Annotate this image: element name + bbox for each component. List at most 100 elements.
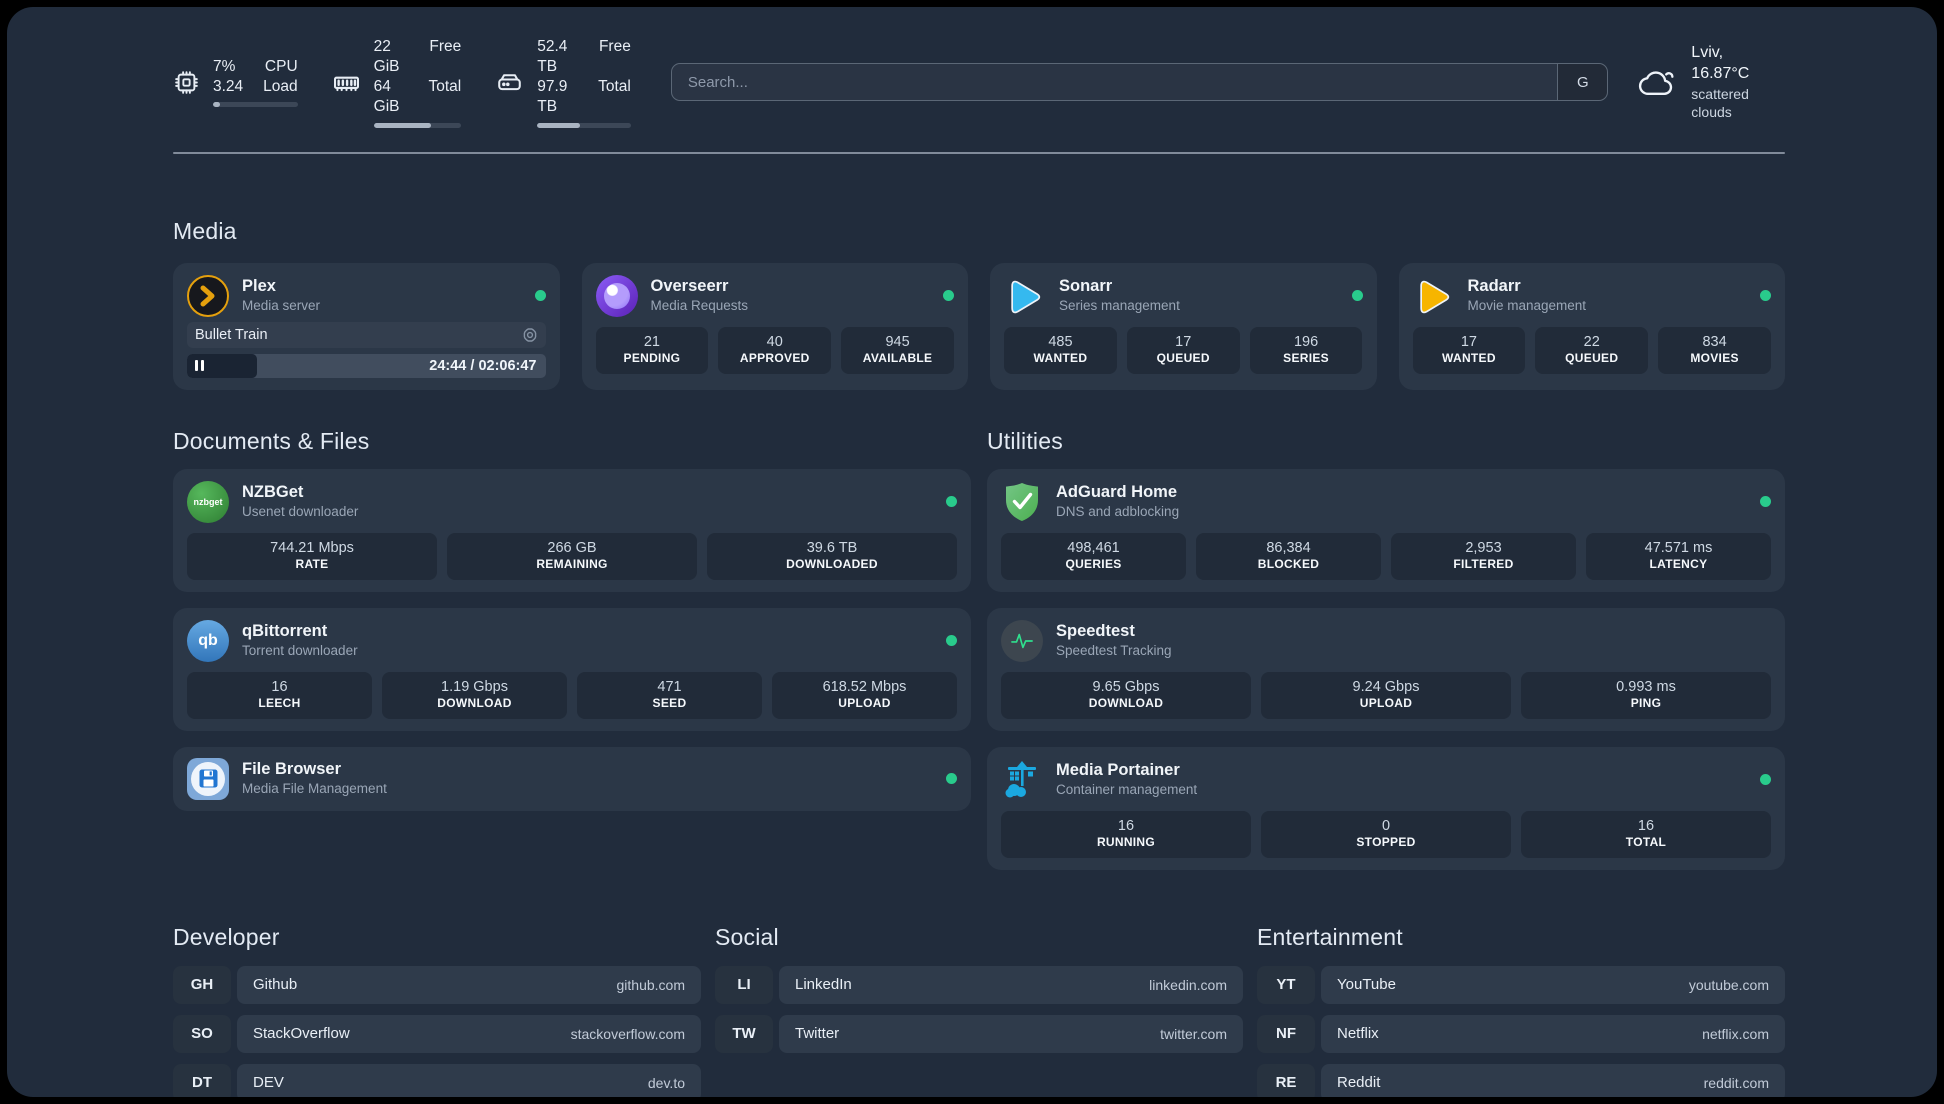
memory-free-value: 22 GiB (373, 38, 400, 76)
disk-stat: 52.4 TB Free 97.9 TB Total (495, 37, 631, 128)
bookmark-abbr: TW (715, 1014, 773, 1053)
stat-tile: 39.6 TB DOWNLOADED (707, 532, 957, 580)
bookmark-dev[interactable]: DT DEV dev.to (173, 1063, 701, 1097)
app-card-nzbget[interactable]: nzbget NZBGet Usenet downloader 744.21 M… (173, 468, 971, 592)
bookmark-netflix[interactable]: NF Netflix netflix.com (1257, 1014, 1785, 1053)
bookmark-twitter[interactable]: TW Twitter twitter.com (715, 1014, 1243, 1053)
cpu-stat: 7% CPU 3.24 Load (173, 57, 298, 108)
now-playing-title: Bullet Train (195, 326, 268, 343)
disk-total-value: 97.9 TB (537, 78, 568, 116)
app-card-adguard[interactable]: AdGuard Home DNS and adblocking 498,461 Q… (987, 468, 1785, 592)
filebrowser-icon (187, 757, 229, 800)
status-dot (1760, 774, 1771, 786)
stat-tile: 40 APPROVED (718, 326, 832, 374)
status-dot (946, 635, 957, 647)
disk-icon (495, 68, 524, 97)
app-card-sonarr[interactable]: Sonarr Series management 485 WANTED 17 QUE… (990, 262, 1377, 390)
app-name: Speedtest (1056, 622, 1135, 641)
status-dot (946, 496, 957, 508)
bookmark-domain: dev.to (647, 1074, 685, 1091)
app-description: Torrent downloader (242, 643, 358, 659)
app-card-radarr[interactable]: Radarr Movie management 17 WANTED 22 QUEUE… (1398, 262, 1785, 390)
header: 7% CPU 3.24 Load 22 GiB Free 64 GiB Tota… (173, 7, 1785, 128)
radarr-icon (1413, 275, 1455, 317)
disk-free-label: Free (598, 38, 631, 55)
search-input[interactable] (671, 64, 1558, 101)
app-description: Series management (1059, 298, 1180, 314)
nzbget-icon: nzbget (187, 480, 229, 523)
stat-tile: 1.19 Gbps DOWNLOAD (382, 671, 567, 719)
status-dot (1760, 290, 1771, 302)
stat-tile: 2,953 FILTERED (1391, 532, 1576, 580)
app-name: qBittorrent (242, 622, 328, 641)
stat-tile: 945 AVAILABLE (841, 326, 954, 374)
player-progress-bar[interactable]: 24:44 / 02:06:47 (187, 353, 546, 378)
search-provider-button[interactable]: G (1557, 64, 1608, 101)
app-card-portainer[interactable]: Media Portainer Container management 16 R… (987, 746, 1785, 870)
app-name: Media Portainer (1056, 761, 1180, 780)
bookmark-linkedin[interactable]: LI LinkedIn linkedin.com (715, 965, 1243, 1004)
bookmark-name: YouTube (1337, 976, 1396, 994)
player-time: 24:44 / 02:06:47 (429, 357, 537, 374)
bookmark-name: LinkedIn (795, 976, 852, 994)
app-card-qbittorrent[interactable]: qb qBittorrent Torrent downloader 16 LEEC… (173, 607, 971, 731)
memory-progress-bar (373, 122, 462, 128)
system-stats: 7% CPU 3.24 Load 22 GiB Free 64 GiB Tota… (173, 37, 631, 128)
stat-tile: 17 WANTED (1412, 326, 1526, 374)
memory-free-label: Free (429, 38, 462, 55)
bookmark-github[interactable]: GH Github github.com (173, 965, 701, 1004)
bookmark-stackoverflow[interactable]: SO StackOverflow stackoverflow.com (173, 1014, 701, 1053)
stat-tile: 266 GB REMAINING (447, 532, 697, 580)
status-dot (946, 773, 957, 785)
player-settings-icon[interactable] (522, 327, 538, 343)
stat-tile: 744.21 Mbps RATE (187, 532, 437, 580)
bookmark-domain: reddit.com (1703, 1074, 1769, 1091)
bookmark-abbr: GH (173, 965, 231, 1004)
bookmark-reddit[interactable]: RE Reddit reddit.com (1257, 1063, 1785, 1097)
app-description: Container management (1056, 782, 1198, 798)
app-card-plex[interactable]: Plex Media server Bullet Train 24:44 / 0… (173, 262, 560, 390)
section-title-media: Media (173, 217, 237, 244)
stat-tile: 498,461 QUERIES (1001, 532, 1186, 580)
status-dot (943, 290, 954, 302)
stat-tile: 22 QUEUED (1535, 326, 1649, 374)
stat-tile: 9.65 Gbps DOWNLOAD (1001, 671, 1251, 719)
app-name: Plex (242, 277, 276, 296)
app-card-speedtest[interactable]: Speedtest Speedtest Tracking 9.65 Gbps DO… (987, 607, 1785, 731)
sonarr-icon (1004, 275, 1046, 317)
search-bar: G (670, 63, 1609, 102)
app-card-overseerr[interactable]: Overseerr Media Requests 21 PENDING 40 APP… (581, 262, 968, 390)
bookmark-youtube[interactable]: YT YouTube youtube.com (1257, 965, 1785, 1004)
bookmark-name: Netflix (1337, 1025, 1379, 1043)
disk-progress-bar (537, 122, 631, 128)
status-dot (1760, 496, 1771, 508)
app-name: File Browser (242, 760, 342, 779)
cpu-label: CPU (264, 58, 298, 76)
status-dot (534, 290, 546, 302)
stat-tile: 618.52 Mbps UPLOAD (772, 671, 957, 719)
bookmark-abbr: RE (1257, 1063, 1315, 1097)
app-name: NZBGet (242, 483, 304, 502)
cpu-icon (173, 69, 200, 96)
bookmark-domain: linkedin.com (1149, 976, 1227, 993)
header-divider (173, 151, 1785, 154)
app-description: Media server (242, 298, 321, 314)
cpu-load-label: Load (263, 78, 298, 96)
app-description: Media File Management (242, 781, 387, 797)
stat-tile: 16 TOTAL (1521, 810, 1771, 858)
app-description: Movie management (1467, 298, 1587, 314)
bookmark-domain: netflix.com (1702, 1025, 1769, 1042)
stat-tile: 485 WANTED (1004, 326, 1117, 374)
app-card-filebrowser[interactable]: File Browser Media File Management (173, 746, 971, 811)
section-title-documents: Documents & Files (173, 427, 370, 454)
cpu-load-value: 3.24 (213, 78, 244, 96)
stat-tile: 17 QUEUED (1126, 326, 1240, 374)
memory-icon (332, 68, 361, 97)
disk-free-value: 52.4 TB (537, 38, 568, 76)
weather-condition: scattered clouds (1691, 85, 1749, 121)
section-title-developer: Developer (173, 923, 280, 950)
bookmark-name: Twitter (795, 1025, 840, 1043)
weather-widget: Lviv, 16.87°C scattered clouds (1638, 43, 1785, 121)
bookmark-name: Reddit (1337, 1074, 1381, 1092)
bookmark-domain: stackoverflow.com (570, 1025, 685, 1042)
